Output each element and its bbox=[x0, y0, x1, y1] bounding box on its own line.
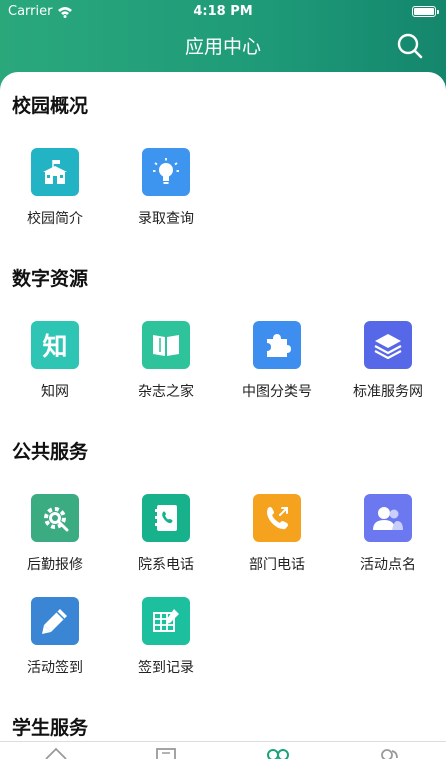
layers-icon bbox=[364, 321, 412, 369]
app-label: 活动点名 bbox=[360, 557, 416, 573]
app-label: 签到记录 bbox=[138, 660, 194, 676]
section-title-campus-overview: 校园概况 bbox=[12, 95, 89, 117]
pencil-icon bbox=[31, 597, 79, 645]
school-building-icon bbox=[31, 148, 79, 196]
bottom-tab-bar bbox=[0, 741, 446, 759]
app-department-phone[interactable]: 院系电话 bbox=[116, 494, 216, 574]
app-activity-check-in[interactable]: 活动签到 bbox=[5, 597, 105, 677]
grid-edit-icon bbox=[142, 597, 190, 645]
news-icon[interactable] bbox=[155, 746, 179, 759]
phone-call-icon bbox=[253, 494, 301, 542]
app-check-in-records[interactable]: 签到记录 bbox=[116, 597, 216, 677]
app-label: 中图分类号 bbox=[242, 384, 312, 400]
app-label: 部门电话 bbox=[249, 557, 305, 573]
open-book-icon bbox=[142, 321, 190, 369]
search-icon[interactable] bbox=[396, 32, 424, 60]
home-icon[interactable] bbox=[44, 746, 68, 759]
gear-wrench-icon bbox=[31, 494, 79, 542]
profile-icon[interactable] bbox=[377, 746, 401, 759]
section-title-public-services: 公共服务 bbox=[12, 441, 89, 463]
app-standard-service[interactable]: 标准服务网 bbox=[338, 321, 438, 401]
phone-book-icon bbox=[142, 494, 190, 542]
people-icon bbox=[364, 494, 412, 542]
app-label: 知网 bbox=[41, 384, 69, 400]
section-title-digital-resources: 数字资源 bbox=[12, 268, 89, 290]
app-label: 杂志之家 bbox=[138, 384, 194, 400]
app-activity-roll-call[interactable]: 活动点名 bbox=[338, 494, 438, 574]
zhi-character-icon: 知 bbox=[31, 321, 79, 369]
app-center-content: 校园概况 校园简介 录取查询 数字资源 知 知网 杂志之家 中图分类号 标准服务… bbox=[0, 72, 446, 742]
app-label: 后勤报修 bbox=[27, 557, 83, 573]
app-label: 录取查询 bbox=[138, 211, 194, 227]
status-time: 4:18 PM bbox=[193, 4, 253, 19]
page-title: 应用中心 bbox=[184, 36, 261, 58]
app-cnki[interactable]: 知 知网 bbox=[5, 321, 105, 401]
app-repair-request[interactable]: 后勤报修 bbox=[5, 494, 105, 574]
battery-icon bbox=[412, 6, 439, 17]
lightbulb-icon bbox=[142, 148, 190, 196]
puzzle-piece-icon bbox=[253, 321, 301, 369]
app-label: 院系电话 bbox=[138, 557, 194, 573]
apps-icon[interactable] bbox=[266, 746, 290, 759]
status-bar: Carrier 4:18 PM bbox=[0, 0, 446, 24]
app-admission-query[interactable]: 录取查询 bbox=[116, 148, 216, 228]
app-label: 校园简介 bbox=[27, 211, 83, 227]
app-label: 活动签到 bbox=[27, 660, 83, 676]
section-title-student-services: 学生服务 bbox=[12, 717, 89, 739]
app-clc-number[interactable]: 中图分类号 bbox=[227, 321, 327, 401]
app-campus-intro[interactable]: 校园简介 bbox=[5, 148, 105, 228]
app-label: 标准服务网 bbox=[353, 384, 423, 400]
app-office-phone[interactable]: 部门电话 bbox=[227, 494, 327, 574]
app-magazine-home[interactable]: 杂志之家 bbox=[116, 321, 216, 401]
